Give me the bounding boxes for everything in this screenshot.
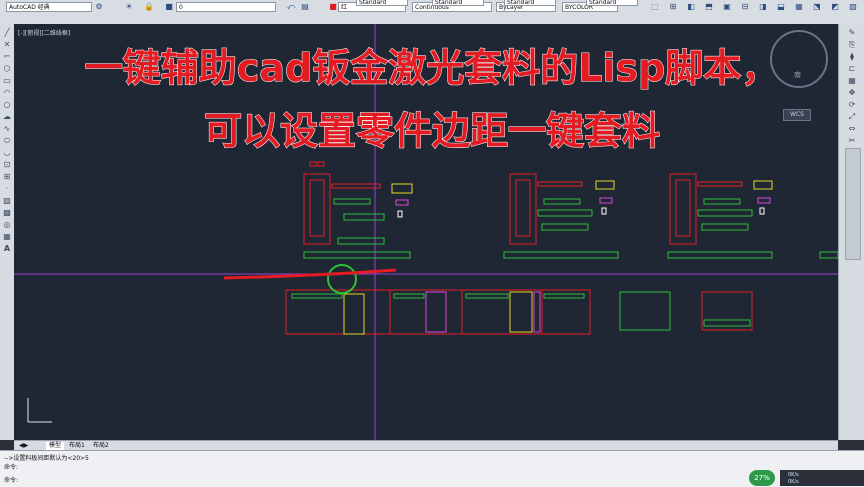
overlay-title-line1: 一键辅助cad钣金激光套料的Lisp脚本， — [84, 46, 780, 91]
part-group-3 — [667, 173, 838, 259]
tool-icon-9[interactable]: ▦ — [794, 2, 804, 12]
hatch-tool-icon[interactable]: ▨ — [0, 196, 14, 206]
tool-icon-10[interactable]: ⬔ — [812, 2, 822, 12]
command-line[interactable]: -->设置料板间距默认为<20>5 命令: 命令: — [0, 450, 864, 487]
network-down-speed: 0K/s — [788, 479, 799, 485]
part-group-2 — [503, 173, 619, 259]
tool-icon-5[interactable]: ▣ — [722, 2, 732, 12]
command-prompt-2[interactable]: 命令: — [4, 475, 18, 484]
erase-tool-icon[interactable]: ✎ — [845, 28, 859, 38]
overlay-title-line2: 可以设置零件边距一键套料 — [203, 109, 660, 154]
nested-sheets — [285, 289, 753, 335]
gradient-tool-icon[interactable]: ▩ — [0, 208, 14, 218]
tool-icon-1[interactable]: ⬚ — [650, 2, 660, 12]
tool-icon-8[interactable]: ⬓ — [776, 2, 786, 12]
text-style-select[interactable]: Standard — [356, 0, 408, 6]
tool-icon-6[interactable]: ⊟ — [740, 2, 750, 12]
tab-model[interactable]: 模型 — [46, 442, 65, 450]
tool-icon-4[interactable]: ⬒ — [704, 2, 714, 12]
table-style-select[interactable]: Standard — [504, 0, 556, 6]
table-tool-icon[interactable]: ▦ — [0, 232, 14, 242]
part-group-1 — [303, 161, 413, 259]
dim-style-select[interactable]: Standard — [432, 0, 484, 6]
command-history: -->设置料板间距默认为<20>5 — [4, 455, 89, 462]
ucs-icon — [27, 398, 52, 423]
status-percent-badge: 27% — [749, 470, 775, 486]
tool-icon-7[interactable]: ◨ — [758, 2, 768, 12]
scrollbar-icon[interactable] — [845, 148, 861, 260]
network-speed-panel: 0K/s 0K/s — [780, 470, 864, 486]
mtext-tool-icon[interactable]: A — [0, 244, 14, 254]
line-tool-icon[interactable]: ╱ — [0, 28, 14, 38]
point-tool-icon[interactable]: · — [0, 184, 14, 194]
region-tool-icon[interactable]: ◎ — [0, 220, 14, 230]
tool-icon-12[interactable]: ▧ — [848, 2, 858, 12]
insert-block-icon[interactable]: ⊡ — [0, 160, 14, 170]
cursor-circle — [327, 264, 357, 294]
command-prompt-1: 命令: — [4, 464, 19, 471]
tab-layout2[interactable]: 布局2 — [90, 442, 112, 450]
tool-icon-3[interactable]: ◧ — [686, 2, 696, 12]
multileader-style-select[interactable]: Standard — [586, 0, 638, 6]
tool-icon-2[interactable]: ⊞ — [668, 2, 678, 12]
tab-layout1[interactable]: 布局1 — [66, 442, 88, 450]
make-block-icon[interactable]: ⊞ — [0, 172, 14, 182]
tool-icon-11[interactable]: ◩ — [830, 2, 840, 12]
tab-nav-icon[interactable]: ◀▶ — [16, 442, 31, 450]
network-up-speed: 0K/s — [788, 472, 799, 478]
top-toolbar: AutoCAD 经典 ⚙ ☀ 🔒 ■ 0 ⤺ ▤ ■ 红 Continuous … — [0, 0, 864, 25]
